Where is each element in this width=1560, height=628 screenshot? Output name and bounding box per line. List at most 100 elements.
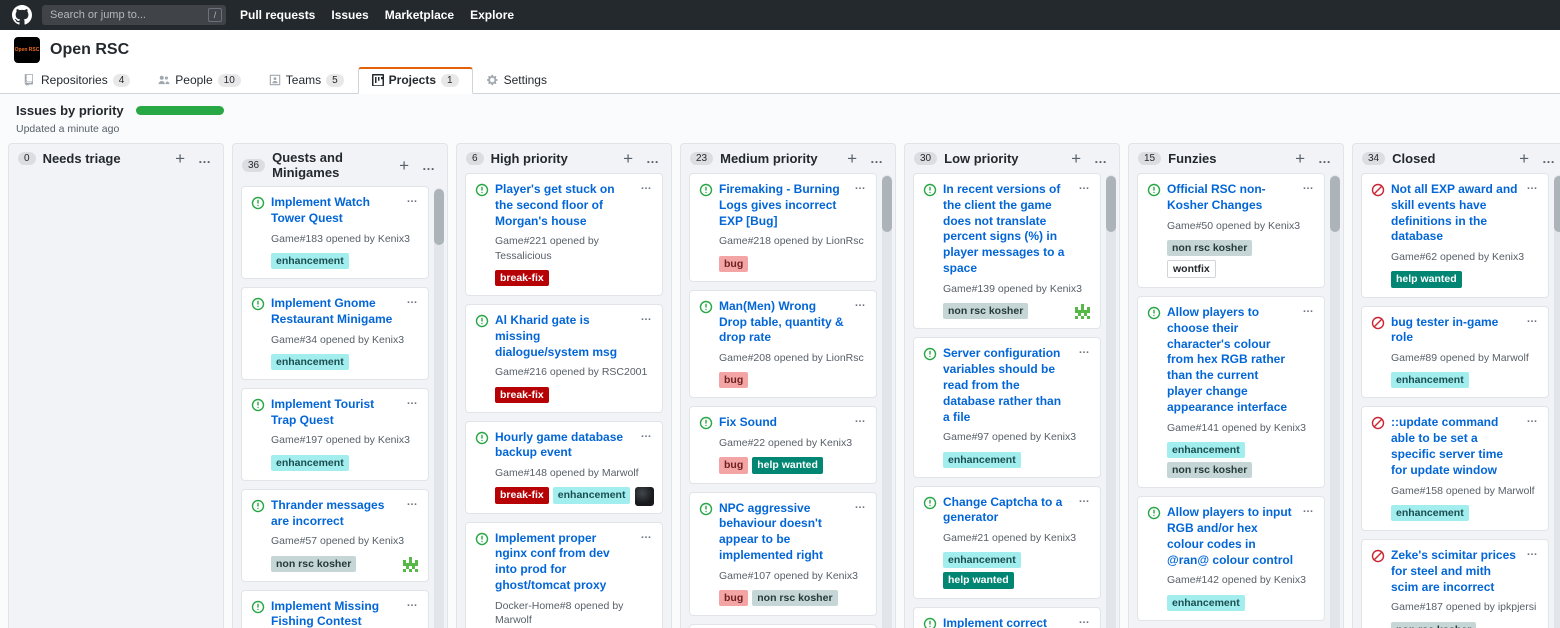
card-menu-button[interactable]: …	[638, 429, 656, 440]
column-scrollbar-thumb[interactable]	[1330, 176, 1340, 232]
label-non-rsc-kosher[interactable]: non rsc kosher	[271, 556, 356, 572]
card-menu-button[interactable]: …	[1300, 504, 1318, 515]
issue-title-link[interactable]: Server configuration variables should be…	[943, 346, 1070, 425]
issue-card[interactable]: Thrander messages are incorrect…Game#57 …	[241, 489, 429, 582]
column-menu-button[interactable]: …	[1539, 152, 1559, 165]
card-menu-button[interactable]: …	[1524, 547, 1542, 558]
add-card-button[interactable]: +	[1516, 150, 1532, 167]
issue-card[interactable]: Zeke's scimitar prices for steel and mit…	[1361, 539, 1549, 628]
add-card-button[interactable]: +	[172, 150, 188, 167]
column-menu-button[interactable]: …	[1315, 152, 1335, 165]
issue-card[interactable]: In recent versions of the client the gam…	[913, 173, 1101, 329]
issue-card[interactable]: Implement Tourist Trap Quest…Game#197 op…	[241, 388, 429, 481]
issue-title-link[interactable]: Al Kharid gate is missing dialogue/syste…	[495, 313, 632, 360]
column-scrollbar-thumb[interactable]	[1554, 176, 1560, 232]
card-menu-button[interactable]: …	[404, 396, 422, 407]
column-scrollbar-thumb[interactable]	[882, 176, 892, 232]
card-menu-button[interactable]: …	[1076, 181, 1094, 192]
issue-card[interactable]: Mining guild mine has too much mith and …	[689, 624, 877, 628]
issue-title-link[interactable]: In recent versions of the client the gam…	[943, 182, 1070, 277]
issue-card[interactable]: ::update command able to be set a specif…	[1361, 406, 1549, 531]
issue-card[interactable]: Allow players to input RGB and/or hex co…	[1137, 496, 1325, 621]
label-non-rsc-kosher[interactable]: non rsc kosher	[752, 590, 837, 606]
issue-title-link[interactable]: Not all EXP award and skill events have …	[1391, 182, 1518, 245]
label-non-rsc-kosher[interactable]: non rsc kosher	[1391, 622, 1476, 628]
card-menu-button[interactable]: …	[852, 181, 870, 192]
add-card-button[interactable]: +	[1068, 150, 1084, 167]
issue-title-link[interactable]: ::update command able to be set a specif…	[1391, 415, 1518, 478]
issue-title-link[interactable]: Change Captcha to a generator	[943, 495, 1070, 527]
issue-card[interactable]: bug tester in-game role…Game#89 opened b…	[1361, 306, 1549, 399]
issue-card[interactable]: Change Captcha to a generator…Game#21 op…	[913, 486, 1101, 599]
card-menu-button[interactable]: …	[852, 298, 870, 309]
issue-card[interactable]: Fix Sound…Game#22 opened by Kenix3bughel…	[689, 406, 877, 483]
issue-title-link[interactable]: Zeke's scimitar prices for steel and mit…	[1391, 548, 1518, 595]
nav-explore[interactable]: Explore	[470, 8, 514, 22]
label-bug[interactable]: bug	[719, 256, 748, 272]
issue-title-link[interactable]: Implement proper nginx conf from dev int…	[495, 531, 632, 594]
issue-card[interactable]: Man(Men) Wrong Drop table, quantity & dr…	[689, 290, 877, 399]
column-menu-button[interactable]: …	[1091, 152, 1111, 165]
issue-card[interactable]: Al Kharid gate is missing dialogue/syste…	[465, 304, 663, 413]
card-menu-button[interactable]: …	[404, 194, 422, 205]
label-non-rsc-kosher[interactable]: non rsc kosher	[1167, 240, 1252, 256]
add-card-button[interactable]: +	[1292, 150, 1308, 167]
issue-title-link[interactable]: Implement Tourist Trap Quest	[271, 397, 398, 429]
issue-card[interactable]: Implement correct adding/removing friend…	[913, 607, 1101, 628]
column-menu-button[interactable]: …	[195, 152, 215, 165]
issue-title-link[interactable]: Fix Sound	[719, 415, 846, 431]
issue-card[interactable]: Allow players to choose their character'…	[1137, 296, 1325, 488]
card-menu-button[interactable]: …	[404, 497, 422, 508]
label-enhancement[interactable]: enhancement	[1167, 442, 1245, 458]
label-break-fix[interactable]: break-fix	[495, 487, 549, 503]
column-scrollbar-thumb[interactable]	[1106, 176, 1116, 232]
issue-card[interactable]: Server configuration variables should be…	[913, 337, 1101, 477]
card-menu-button[interactable]: …	[1300, 304, 1318, 315]
card-menu-button[interactable]: …	[1524, 314, 1542, 325]
issue-card[interactable]: Player's get stuck on the second floor o…	[465, 173, 663, 296]
card-menu-button[interactable]: …	[1076, 494, 1094, 505]
label-bug[interactable]: bug	[719, 457, 748, 473]
issue-title-link[interactable]: Allow players to input RGB and/or hex co…	[1167, 505, 1294, 568]
issue-title-link[interactable]: Hourly game database backup event	[495, 430, 632, 462]
tab-settings[interactable]: Settings	[473, 67, 561, 94]
issue-title-link[interactable]: Implement Missing Fishing Contest Behavi…	[271, 599, 398, 628]
nav-marketplace[interactable]: Marketplace	[385, 8, 454, 22]
label-break-fix[interactable]: break-fix	[495, 387, 549, 403]
issue-card[interactable]: Implement proper nginx conf from dev int…	[465, 522, 663, 628]
label-enhancement[interactable]: enhancement	[1391, 372, 1469, 388]
card-menu-button[interactable]: …	[1524, 414, 1542, 425]
column-scrollbar-thumb[interactable]	[434, 189, 444, 245]
issue-card[interactable]: Firemaking - Burning Logs gives incorrec…	[689, 173, 877, 282]
github-logo-icon[interactable]	[12, 5, 32, 25]
label-wontfix[interactable]: wontfix	[1167, 260, 1216, 278]
issue-card[interactable]: Implement Missing Fishing Contest Behavi…	[241, 590, 429, 628]
label-enhancement[interactable]: enhancement	[271, 253, 349, 269]
tab-repositories[interactable]: Repositories 4	[10, 67, 144, 94]
issue-title-link[interactable]: NPC aggressive behaviour doesn't appear …	[719, 501, 846, 564]
label-bug[interactable]: bug	[719, 590, 748, 606]
card-menu-button[interactable]: …	[1300, 181, 1318, 192]
label-bug[interactable]: bug	[719, 372, 748, 388]
org-avatar[interactable]: Open RSC	[14, 37, 40, 63]
issue-card[interactable]: Not all EXP award and skill events have …	[1361, 173, 1549, 298]
tab-people[interactable]: People 10	[144, 67, 255, 94]
tab-teams[interactable]: Teams 5	[255, 67, 358, 94]
card-menu-button[interactable]: …	[852, 414, 870, 425]
column-menu-button[interactable]: …	[643, 152, 663, 165]
add-card-button[interactable]: +	[620, 150, 636, 167]
nav-issues[interactable]: Issues	[331, 8, 368, 22]
issue-title-link[interactable]: bug tester in-game role	[1391, 315, 1518, 347]
issue-title-link[interactable]: Implement correct adding/removing friend…	[943, 616, 1070, 628]
card-menu-button[interactable]: …	[852, 500, 870, 511]
column-menu-button[interactable]: …	[419, 159, 439, 172]
tab-projects[interactable]: Projects 1	[358, 67, 473, 94]
label-enhancement[interactable]: enhancement	[943, 452, 1021, 468]
label-break-fix[interactable]: break-fix	[495, 270, 549, 286]
issue-title-link[interactable]: Player's get stuck on the second floor o…	[495, 182, 632, 229]
label-enhancement[interactable]: enhancement	[271, 455, 349, 471]
card-menu-button[interactable]: …	[638, 530, 656, 541]
card-menu-button[interactable]: …	[1524, 181, 1542, 192]
card-menu-button[interactable]: …	[638, 181, 656, 192]
label-enhancement[interactable]: enhancement	[1167, 595, 1245, 611]
